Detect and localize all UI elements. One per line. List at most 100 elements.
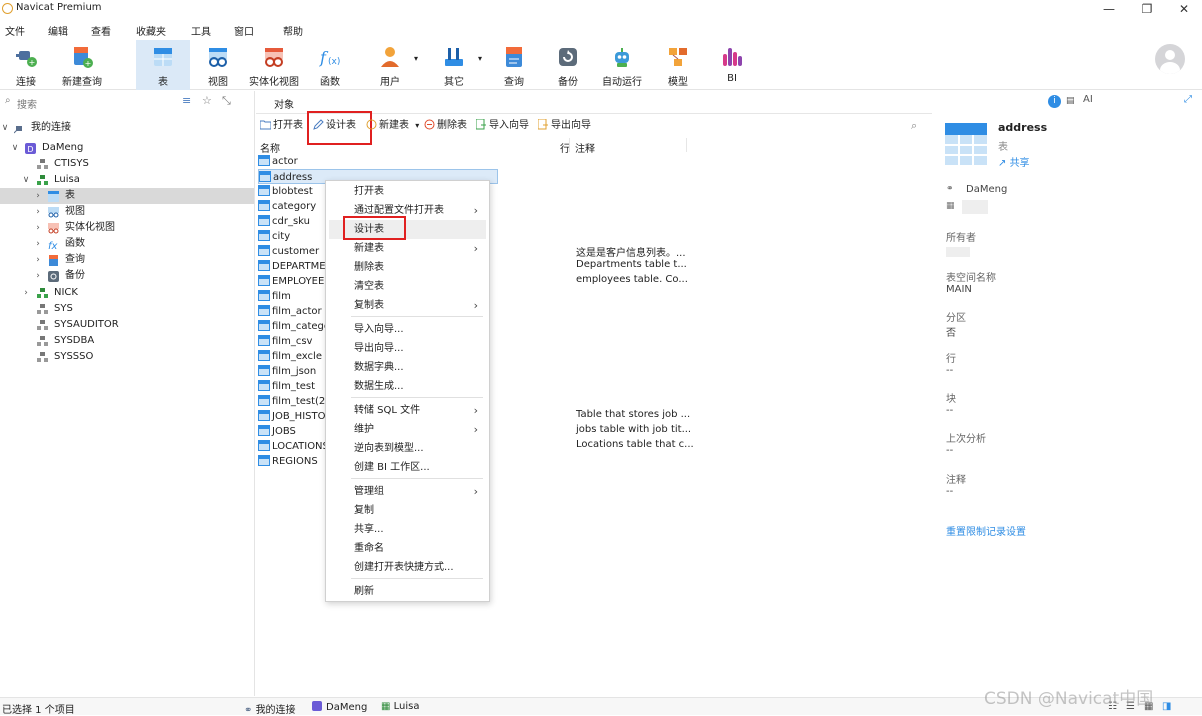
tree-item-functions[interactable]: › fx 函数 — [0, 236, 254, 252]
toolbar-function-button[interactable]: f (x) 函数 — [308, 40, 352, 90]
info-pane-toggle-icon[interactable]: ◨ — [1162, 701, 1171, 712]
tree-item-luisa[interactable]: ∨ Luisa — [0, 172, 254, 188]
tree-item-sysdba[interactable]: SYSDBA — [0, 333, 254, 349]
menu-edit[interactable]: 编辑 — [48, 23, 68, 38]
breadcrumb-connections[interactable]: ⚭ 我的连接 — [244, 701, 296, 716]
context-menu-item[interactable]: 创建 BI 工作区... — [329, 458, 486, 477]
user-avatar[interactable] — [1155, 44, 1185, 74]
star-icon[interactable]: ☆ — [202, 94, 212, 107]
share-link[interactable]: ↗ 共享 — [998, 154, 1030, 169]
toolbar-table-button[interactable]: 表 — [136, 40, 190, 90]
user-dropdown-icon[interactable]: ▾ — [414, 54, 418, 63]
new-table-button[interactable]: 新建表 ▾ — [366, 118, 419, 134]
expand-icon[interactable]: ⤢ — [1184, 94, 1192, 105]
toolbar-connect-button[interactable]: + 连接 — [4, 40, 48, 90]
tab-objects[interactable]: 对象 — [274, 96, 294, 111]
context-menu-item[interactable]: 新建表 › — [329, 239, 486, 258]
ai-icon[interactable]: AI — [1083, 94, 1093, 105]
toolbar-user-button[interactable]: 用户 ▾ — [368, 40, 418, 90]
context-menu-item[interactable]: 导入向导... — [329, 320, 486, 339]
tree-item-nick[interactable]: › NICK — [0, 285, 254, 301]
toolbar-model-button[interactable]: 模型 — [656, 40, 700, 90]
search-icon[interactable]: ⌕ — [911, 119, 917, 133]
context-menu-item[interactable]: 数据字典... — [329, 358, 486, 377]
tree-item-queries[interactable]: › 查询 — [0, 252, 254, 268]
context-menu-item[interactable]: 逆向表到模型... — [329, 439, 486, 458]
reset-limit-link[interactable]: 重置限制记录设置 — [946, 523, 1026, 538]
other-dropdown-icon[interactable]: ▾ — [478, 54, 482, 63]
table-icon — [258, 365, 270, 376]
toolbar-new-query-button[interactable]: + 新建查询 — [56, 40, 108, 90]
breadcrumb-dameng[interactable]: DaMeng — [312, 701, 367, 713]
import-wizard-button[interactable]: 导入向导 — [476, 118, 529, 134]
table-name: JOBS — [272, 426, 296, 437]
tree-item-my-connections[interactable]: ∨ 我的连接 — [0, 120, 254, 136]
ddl-icon[interactable]: ▤ — [1066, 96, 1075, 106]
menu-window[interactable]: 窗口 — [234, 23, 254, 38]
open-table-button[interactable]: 打开表 — [260, 118, 303, 134]
tree-item-materialized-views[interactable]: › 实体化视图 — [0, 220, 254, 236]
delete-icon — [424, 119, 435, 130]
context-menu-item[interactable]: 重命名 — [329, 539, 486, 558]
context-menu-item[interactable]: 维护 › — [329, 420, 486, 439]
minimize-button[interactable]: — — [1095, 1, 1123, 17]
table-row[interactable]: actor — [258, 154, 558, 169]
close-button[interactable]: ✕ — [1170, 1, 1198, 17]
table-icon — [258, 230, 270, 241]
table-name: film_catego — [272, 321, 330, 332]
maximize-button[interactable]: ❐ — [1133, 1, 1161, 17]
user-icon — [381, 47, 399, 67]
tree-item-syssso[interactable]: SYSSSO — [0, 349, 254, 365]
toolbar-backup-button[interactable]: 备份 — [546, 40, 590, 90]
submenu-arrow-icon: › — [473, 242, 478, 255]
toolbar-query-button[interactable]: 查询 — [492, 40, 536, 90]
context-menu-item[interactable]: 删除表 — [329, 258, 486, 277]
sidebar-search-input[interactable]: 搜索 — [17, 96, 37, 111]
breadcrumb-luisa[interactable]: ▦ Luisa — [381, 701, 420, 712]
delete-table-button[interactable]: 删除表 — [424, 118, 467, 134]
schema-icon — [37, 175, 48, 185]
toolbar-bi-button[interactable]: BI — [710, 40, 754, 90]
context-menu-item[interactable]: 转储 SQL 文件 › — [329, 401, 486, 420]
column-header-name[interactable]: 名称 — [260, 140, 280, 155]
object-type: 表 — [998, 142, 1008, 153]
context-menu-item[interactable]: 复制 — [329, 501, 486, 520]
context-menu-item[interactable]: 刷新 — [329, 582, 486, 601]
context-menu-item[interactable]: 共享... — [329, 520, 486, 539]
tree-item-views[interactable]: › 视图 — [0, 204, 254, 220]
context-menu-item[interactable]: 创建打开表快捷方式... — [329, 558, 486, 577]
comment-label: 注释 — [946, 475, 966, 486]
toolbar-view-button[interactable]: 视图 — [196, 40, 240, 90]
tree-item-dameng[interactable]: ∨ D DaMeng — [0, 140, 254, 156]
table-icon — [258, 215, 270, 226]
function-icon: f (x) — [319, 48, 340, 67]
toolbar-automation-button[interactable]: 自动运行 — [598, 40, 646, 90]
tree-item-sys[interactable]: SYS — [0, 301, 254, 317]
export-wizard-button[interactable]: 导出向导 — [538, 118, 591, 134]
context-menu-item[interactable]: 数据生成... — [329, 377, 486, 396]
menu-file[interactable]: 文件 — [5, 23, 25, 38]
context-menu-item[interactable]: 管理组 › — [329, 482, 486, 501]
tree-item-sysauditor[interactable]: SYSAUDITOR — [0, 317, 254, 333]
tree-item-tables[interactable]: › 表 — [0, 188, 254, 204]
filter-icon[interactable]: ≡ — [182, 94, 191, 107]
design-table-button[interactable]: 设计表 — [313, 118, 356, 134]
toolbar-other-button[interactable]: 其它 ▾ — [432, 40, 482, 90]
menu-favorites[interactable]: 收藏夹 — [136, 23, 166, 38]
column-header-comment[interactable]: 注释 — [575, 140, 595, 155]
collapse-icon[interactable]: ⤡ — [222, 94, 231, 108]
tree-item-ctisys[interactable]: CTISYS — [0, 156, 254, 172]
table-icon — [258, 395, 270, 406]
new-table-dropdown-icon[interactable]: ▾ — [415, 121, 419, 130]
context-menu-item[interactable]: 清空表 — [329, 277, 486, 296]
toolbar-materialized-view-button[interactable]: 实体化视图 — [246, 40, 302, 90]
context-menu-item[interactable]: 导出向导... — [329, 339, 486, 358]
tree-item-backups[interactable]: › 备份 — [0, 268, 254, 284]
menu-help[interactable]: 帮助 — [283, 23, 303, 38]
info-icon[interactable]: i — [1048, 95, 1061, 108]
context-menu-item[interactable]: 复制表 › — [329, 296, 486, 315]
table-icon — [258, 185, 270, 196]
context-menu-item[interactable]: 打开表 — [329, 182, 486, 201]
menu-view[interactable]: 查看 — [91, 23, 111, 38]
menu-tools[interactable]: 工具 — [191, 23, 211, 38]
